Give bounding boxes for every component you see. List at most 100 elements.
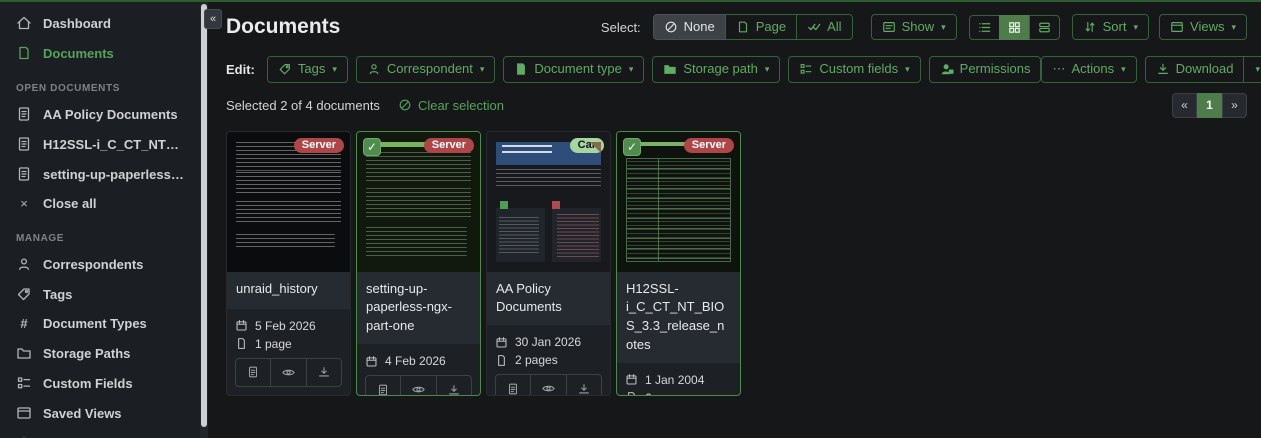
sidebar-item-documents[interactable]: Documents bbox=[0, 38, 200, 68]
document-thumbnail[interactable]: ✓ Server bbox=[357, 132, 480, 272]
sidebar-item-custom-fields[interactable]: Custom Fields bbox=[0, 368, 200, 398]
eye-icon bbox=[281, 365, 296, 380]
sidebar-item-saved-views[interactable]: Saved Views bbox=[0, 398, 200, 428]
document-card[interactable]: Car AA Policy Documents 30 Jan 2026 2 pa… bbox=[486, 131, 611, 396]
detail-view-button[interactable] bbox=[1029, 15, 1060, 40]
sidebar-collapse-button[interactable]: « bbox=[204, 9, 222, 29]
pagination-prev-button[interactable]: « bbox=[1172, 93, 1197, 118]
file-icon bbox=[495, 354, 508, 367]
chevron-down-icon: ▾ bbox=[941, 22, 946, 33]
document-title[interactable]: AA Policy Documents bbox=[487, 272, 610, 326]
document-card[interactable]: Server unraid_history 5 Feb 2026 1 page bbox=[226, 131, 351, 396]
selection-summary: Selected 2 of 4 documents bbox=[226, 98, 380, 113]
select-page-button[interactable]: Page bbox=[725, 14, 797, 40]
list-view-button[interactable] bbox=[969, 15, 1000, 40]
thumbnail-preview bbox=[496, 142, 601, 262]
open-document-button[interactable] bbox=[366, 376, 401, 395]
open-document-button[interactable] bbox=[496, 375, 531, 395]
journal-text-icon bbox=[16, 166, 32, 182]
actions-dropdown[interactable]: ⋯ Actions ▾ bbox=[1041, 56, 1136, 82]
window-icon bbox=[1170, 20, 1184, 34]
download-document-button[interactable] bbox=[437, 376, 471, 395]
tag-badge[interactable]: Server bbox=[684, 138, 734, 153]
download-document-button[interactable] bbox=[307, 359, 341, 386]
close-all-label: Close all bbox=[43, 196, 96, 211]
open-document-item[interactable]: H12SSL-i_C_CT_NT_BIOS_3.3_rele... bbox=[0, 129, 200, 159]
tag-badge[interactable]: Server bbox=[424, 138, 474, 153]
grid-view-icon bbox=[1007, 20, 1022, 35]
document-date: 30 Jan 2026 bbox=[495, 335, 602, 349]
chevron-down-icon: ▾ bbox=[1121, 64, 1126, 75]
download-button[interactable]: Download bbox=[1145, 56, 1245, 82]
open-document-button[interactable] bbox=[236, 359, 271, 386]
edit-storage-path-dropdown[interactable]: Storage path ▾ bbox=[652, 56, 780, 82]
sidebar-scrollbar[interactable] bbox=[200, 2, 208, 438]
view-toggle-group bbox=[969, 15, 1060, 40]
select-button-group: None Page All bbox=[653, 14, 853, 40]
document-pages: 6 pages bbox=[625, 391, 732, 396]
views-dropdown[interactable]: Views ▾ bbox=[1159, 14, 1247, 40]
sidebar-item-dashboard[interactable]: Dashboard bbox=[0, 8, 200, 38]
slash-circle-icon bbox=[398, 98, 412, 112]
document-thumbnail[interactable]: Server bbox=[227, 132, 350, 272]
file-icon bbox=[736, 20, 750, 34]
open-document-item[interactable]: AA Policy Documents bbox=[0, 99, 200, 129]
sidebar-item-workflows[interactable]: Workflows bbox=[0, 428, 200, 438]
document-thumbnail[interactable]: ✓ Server bbox=[617, 132, 740, 272]
pagination-next-button[interactable]: » bbox=[1222, 93, 1247, 118]
journal-text-icon bbox=[16, 106, 32, 122]
chevron-down-icon: ▾ bbox=[332, 64, 337, 75]
sort-dropdown[interactable]: Sort ▾ bbox=[1072, 14, 1149, 40]
preview-document-button[interactable] bbox=[271, 359, 306, 386]
sidebar-item-correspondents[interactable]: Correspondents bbox=[0, 249, 200, 279]
scrollbar-thumb[interactable] bbox=[201, 4, 207, 427]
chevron-down-icon: ▾ bbox=[480, 64, 485, 75]
download-split-button: Download ▾ bbox=[1145, 56, 1261, 82]
document-title[interactable]: setting-up-paperless-ngx-part-one bbox=[357, 272, 480, 345]
sidebar-item-label: Documents bbox=[43, 46, 114, 61]
document-pages: 1 page bbox=[235, 337, 342, 351]
preview-document-button[interactable] bbox=[401, 376, 436, 395]
sidebar-item-label: Correspondents bbox=[43, 257, 143, 272]
selected-checkbox[interactable]: ✓ bbox=[623, 138, 641, 156]
document-card[interactable]: ✓ Server setting-up-paperless-ngx-part-o… bbox=[356, 131, 481, 396]
file-icon bbox=[514, 62, 528, 76]
edit-document-type-dropdown[interactable]: Document type ▾ bbox=[503, 56, 644, 82]
pagination: « 1 » bbox=[1172, 93, 1247, 118]
slash-circle-icon bbox=[664, 20, 678, 34]
open-document-item[interactable]: setting-up-paperless-ngx-part-one bbox=[0, 159, 200, 189]
tag-badge[interactable]: Car bbox=[570, 138, 604, 153]
edit-tags-dropdown[interactable]: Tags ▾ bbox=[267, 56, 348, 82]
document-title[interactable]: H12SSL-i_C_CT_NT_BIOS_3.3_release_notes bbox=[617, 272, 740, 363]
bulk-actions-toolbar: ⋯ Actions ▾ Download ▾ Delete bbox=[1041, 56, 1261, 82]
sidebar-item-tags[interactable]: Tags bbox=[0, 279, 200, 309]
document-thumbnail[interactable]: Car bbox=[487, 132, 610, 272]
select-all-button[interactable]: All bbox=[796, 14, 852, 40]
sidebar-item-label: Storage Paths bbox=[43, 346, 130, 361]
file-text-icon bbox=[376, 383, 390, 396]
edit-correspondent-dropdown[interactable]: Correspondent ▾ bbox=[356, 56, 496, 82]
download-document-button[interactable] bbox=[567, 375, 601, 395]
selected-checkbox[interactable]: ✓ bbox=[363, 138, 381, 156]
sidebar-item-document-types[interactable]: # Document Types bbox=[0, 309, 200, 338]
document-card[interactable]: ✓ Server H12SSL-i_C_CT_NT_BIOS_3.3_relea… bbox=[616, 131, 741, 396]
download-icon bbox=[317, 365, 331, 379]
tag-badge[interactable]: Server bbox=[294, 138, 344, 153]
sidebar-item-storage-paths[interactable]: Storage Paths bbox=[0, 338, 200, 368]
chevron-down-icon: ▾ bbox=[765, 64, 770, 75]
pagination-page-1[interactable]: 1 bbox=[1197, 93, 1222, 118]
grid-view-button[interactable] bbox=[999, 15, 1030, 40]
clear-selection-link[interactable]: Clear selection bbox=[398, 98, 504, 113]
show-dropdown[interactable]: Show ▾ bbox=[871, 14, 957, 40]
calendar-icon bbox=[625, 373, 638, 386]
file-text-icon bbox=[246, 365, 260, 379]
select-none-button[interactable]: None bbox=[653, 14, 726, 40]
document-meta: 5 Feb 2026 1 page bbox=[227, 309, 350, 395]
edit-custom-fields-dropdown[interactable]: Custom fields ▾ bbox=[788, 56, 920, 82]
edit-permissions-button[interactable]: Permissions bbox=[929, 56, 1042, 82]
close-all-button[interactable]: × Close all bbox=[0, 189, 200, 218]
document-title[interactable]: unraid_history bbox=[227, 272, 350, 309]
preview-document-button[interactable] bbox=[531, 375, 566, 395]
download-options-button[interactable]: ▾ bbox=[1243, 56, 1261, 82]
calendar-icon bbox=[495, 336, 508, 349]
